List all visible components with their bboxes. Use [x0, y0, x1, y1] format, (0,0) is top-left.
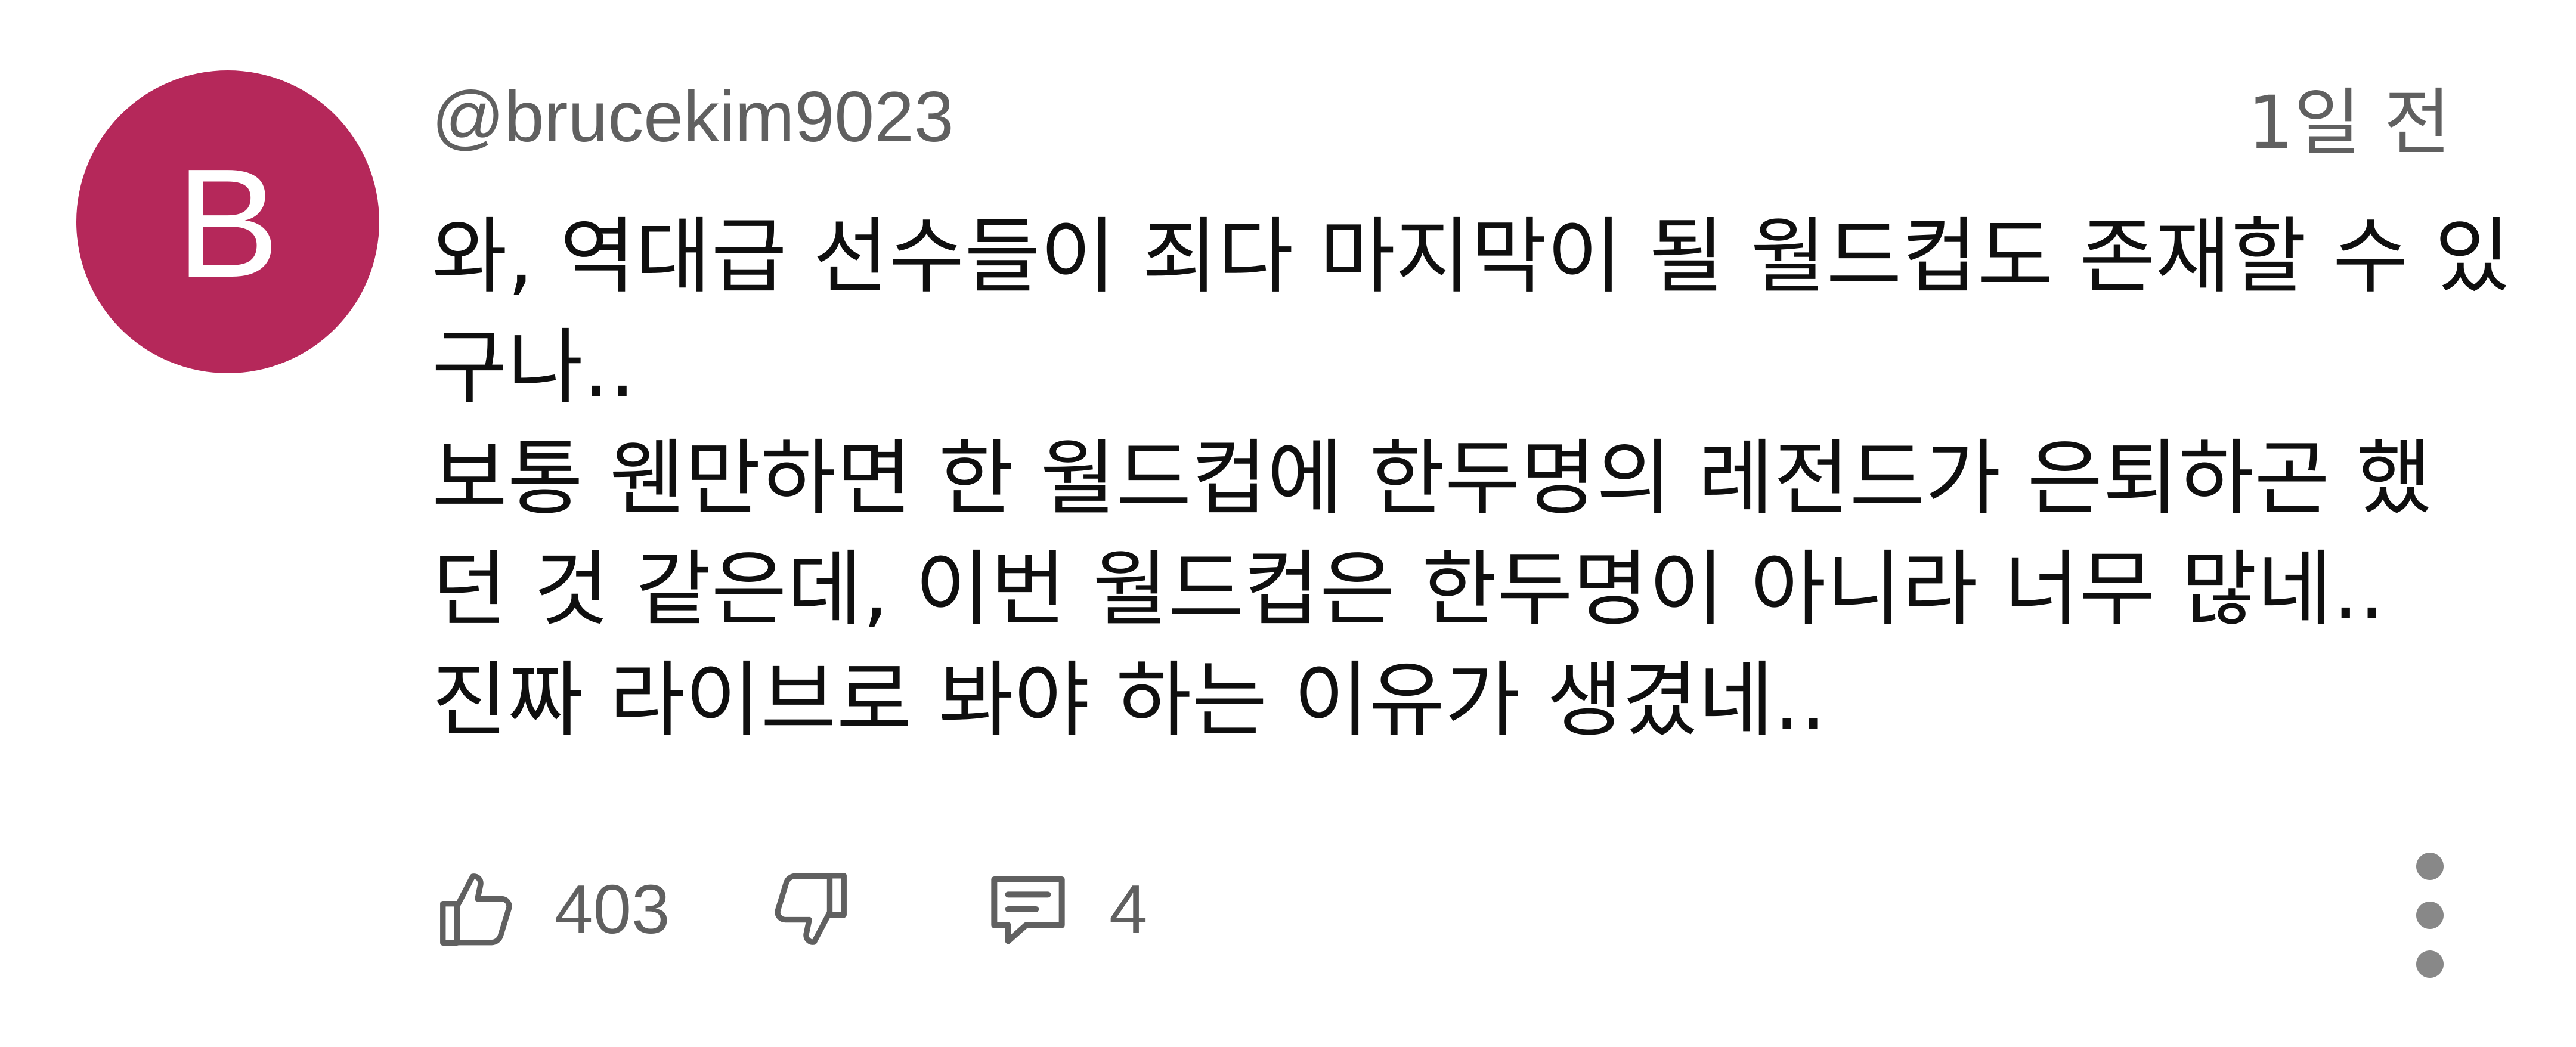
dislike-button[interactable] [766, 853, 855, 966]
reply-button[interactable]: 4 [980, 853, 1148, 966]
comment-card: B @brucekim9023 1일 전 와, 역대급 선수들이 죄다 마지막이… [0, 0, 2576, 1047]
more-vertical-icon [2416, 950, 2444, 978]
comment-icon [991, 876, 1065, 944]
comment-text: 와, 역대급 선수들이 죄다 마지막이 될 월드컵도 존재할 수 있 구나.. … [432, 202, 2510, 756]
like-count: 403 [555, 871, 670, 948]
comment-text-line: 와, 역대급 선수들이 죄다 마지막이 될 월드컵도 존재할 수 있 [432, 209, 2510, 305]
author-handle[interactable]: @brucekim9023 [432, 75, 954, 159]
comment-timestamp: 1일 전 [2247, 80, 2451, 165]
comment-text-line: 보통 웬만하면 한 월드컵에 한두명의 레전드가 은퇴하곤 했 [432, 430, 2432, 526]
reply-count: 4 [1109, 871, 1148, 948]
comment-actions: 403 4 [432, 853, 2475, 978]
thumbs-up-icon [440, 873, 512, 946]
comment-text-line: 던 것 같은데, 이번 월드컵은 한두명이 아니라 너무 많네.. [432, 541, 2385, 637]
like-button[interactable]: 403 [432, 853, 670, 966]
comment-text-line: 구나.. [432, 320, 636, 416]
avatar-letter: B [176, 137, 280, 310]
comment-text-line: 진짜 라이브로 봐야 하는 이유가 생겼네.. [432, 652, 1826, 748]
more-options-button[interactable] [2385, 853, 2475, 978]
more-vertical-icon [2416, 902, 2444, 929]
more-vertical-icon [2416, 853, 2444, 880]
thumbs-down-icon [775, 873, 847, 945]
avatar[interactable]: B [76, 70, 379, 373]
